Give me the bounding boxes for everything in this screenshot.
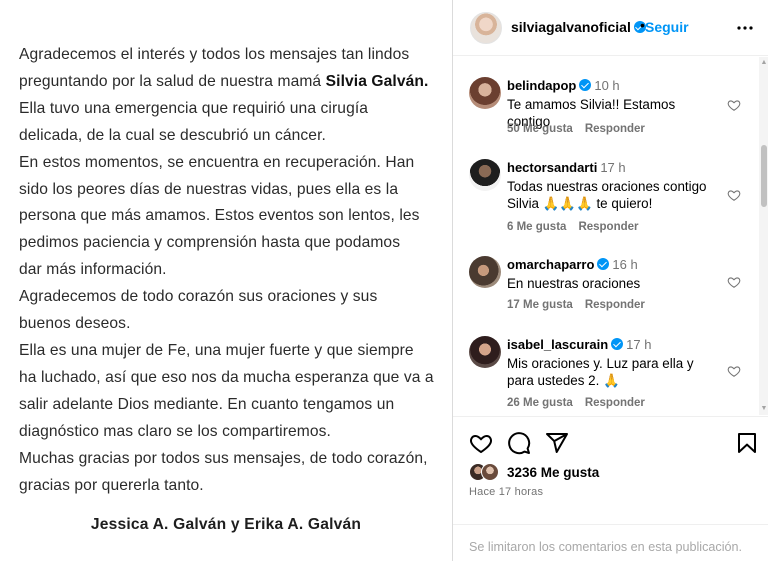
statement-line: delicada, de la cual se descubrió un cán… <box>19 126 326 144</box>
comments-scrollbar[interactable]: ▲ ▼ <box>759 57 768 415</box>
comments-list: belindapop 10 h Te amamos Silvia!! Estamo… <box>453 57 768 415</box>
like-comment-heart-icon[interactable] <box>727 364 741 378</box>
highlighted-name: Silvia Galván. <box>325 72 429 90</box>
statement-line: pedimos paciencia y comprensión hasta qu… <box>19 234 401 252</box>
verified-badge-icon <box>611 338 624 350</box>
like-comment-heart-icon[interactable] <box>727 275 741 289</box>
like-comment-heart-icon[interactable] <box>727 98 741 112</box>
bookmark-icon[interactable] <box>735 431 759 455</box>
statement-line: dar más información. <box>19 261 167 279</box>
reply-button[interactable]: Responder <box>585 299 645 311</box>
post-timestamp: Hace 17 horas <box>469 486 544 498</box>
comment-username[interactable]: isabel_lascurain 17 h <box>507 337 651 352</box>
post-action-bar: 3236 Me gusta Hace 17 horas Se limitaron… <box>453 416 768 561</box>
commenter-avatar[interactable] <box>469 256 501 288</box>
comment-time: 10 h <box>594 78 620 93</box>
comment-time: 17 h <box>626 337 652 352</box>
comment-time: 17 h <box>600 160 626 175</box>
likes-count[interactable]: 3236 Me gusta <box>507 465 599 480</box>
comment-likes[interactable]: 26 Me gusta <box>507 397 573 409</box>
comments-limited-text: Se limitaron los comentarios en esta pub… <box>469 540 743 554</box>
commenter-avatar[interactable] <box>469 77 501 109</box>
statement-line: En estos momentos, se encuentra en recup… <box>19 153 415 171</box>
like-comment-heart-icon[interactable] <box>727 188 741 202</box>
statement-line: persona que más amamos. Estos eventos so… <box>19 207 420 225</box>
comment-username[interactable]: omarchaparro 16 h <box>507 257 638 272</box>
scroll-thumb[interactable] <box>761 145 767 207</box>
reply-button[interactable]: Responder <box>578 221 638 233</box>
post-header: silviagalvanoficial • Seguir <box>453 0 768 56</box>
statement-line: ha luchado, así que eso nos da mucha esp… <box>19 368 434 386</box>
reply-button[interactable]: Responder <box>585 123 645 135</box>
statement-line: gracias por quererla tanto. <box>19 476 204 494</box>
post-side-panel: silviagalvanoficial • Seguir belindapop 1… <box>452 0 768 561</box>
comment-likes[interactable]: 17 Me gusta <box>507 299 573 311</box>
statement-line: sido los peores días de nuestras vidas, … <box>19 180 399 198</box>
comment-meta: 26 Me gusta Responder <box>507 397 645 409</box>
like-heart-icon[interactable] <box>469 431 493 455</box>
scroll-up-arrow-icon[interactable]: ▲ <box>760 59 768 67</box>
statement-line: Muchas gracias por todos sus mensajes, d… <box>19 449 428 467</box>
comment-text: Mis oraciones y. Luz para ella y para us… <box>507 356 694 388</box>
statement-text: Agradecemos el interés y todos los mensa… <box>19 42 439 499</box>
statement-line: diagnóstico mas claro se los compartirem… <box>19 422 331 440</box>
comment-meta: 17 Me gusta Responder <box>507 299 645 311</box>
comment-likes[interactable]: 6 Me gusta <box>507 221 566 233</box>
reply-button[interactable]: Responder <box>585 397 645 409</box>
comment-likes[interactable]: 50 Me gusta <box>507 123 573 135</box>
comment-meta: 6 Me gusta Responder <box>507 221 639 233</box>
scroll-down-arrow-icon[interactable]: ▼ <box>760 405 768 413</box>
comments-limited-notice: Se limitaron los comentarios en esta pub… <box>453 524 768 561</box>
verified-badge-icon <box>579 79 592 91</box>
statement-line: Ella es una mujer de Fe, una mujer fuert… <box>19 341 414 359</box>
comment-meta: 50 Me gusta Responder <box>507 123 645 135</box>
statement-signature: Jessica A. Galván y Erika A. Galván <box>90 516 362 533</box>
author-username[interactable]: silviagalvanoficial <box>511 19 646 35</box>
comment-text: Todas nuestras oraciones contigo Silvia … <box>507 179 707 211</box>
statement-line: buenos deseos. <box>19 315 131 333</box>
follow-button[interactable]: Seguir <box>645 19 689 35</box>
commenter-avatar[interactable] <box>469 336 501 368</box>
statement-line: Ella tuvo una emergencia que requirió un… <box>19 99 369 117</box>
comment-username[interactable]: belindapop 10 h <box>507 78 620 93</box>
commenter-avatar[interactable] <box>469 159 501 191</box>
comment-text: En nuestras oraciones <box>507 276 641 291</box>
share-paper-plane-icon[interactable] <box>545 431 569 455</box>
more-horizontal-icon[interactable] <box>735 18 755 38</box>
liked-by-avatars[interactable] <box>469 463 505 481</box>
liker-avatar <box>481 463 499 481</box>
statement-line: preguntando por la salud de nuestra mamá… <box>19 72 429 90</box>
comment-username[interactable]: hectorsandarti 17 h <box>507 160 626 175</box>
statement-line: Agradecemos de todo corazón sus oracione… <box>19 288 378 306</box>
comment-time: 16 h <box>612 257 638 272</box>
author-avatar[interactable] <box>470 12 502 44</box>
post-image: Agradecemos el interés y todos los mensa… <box>0 0 452 561</box>
statement-line: salir adelante Dios mediante. En cuanto … <box>19 395 395 413</box>
statement-line: Agradecemos el interés y todos los mensa… <box>19 46 410 63</box>
comment-bubble-icon[interactable] <box>507 431 531 455</box>
verified-badge-icon <box>597 258 610 270</box>
